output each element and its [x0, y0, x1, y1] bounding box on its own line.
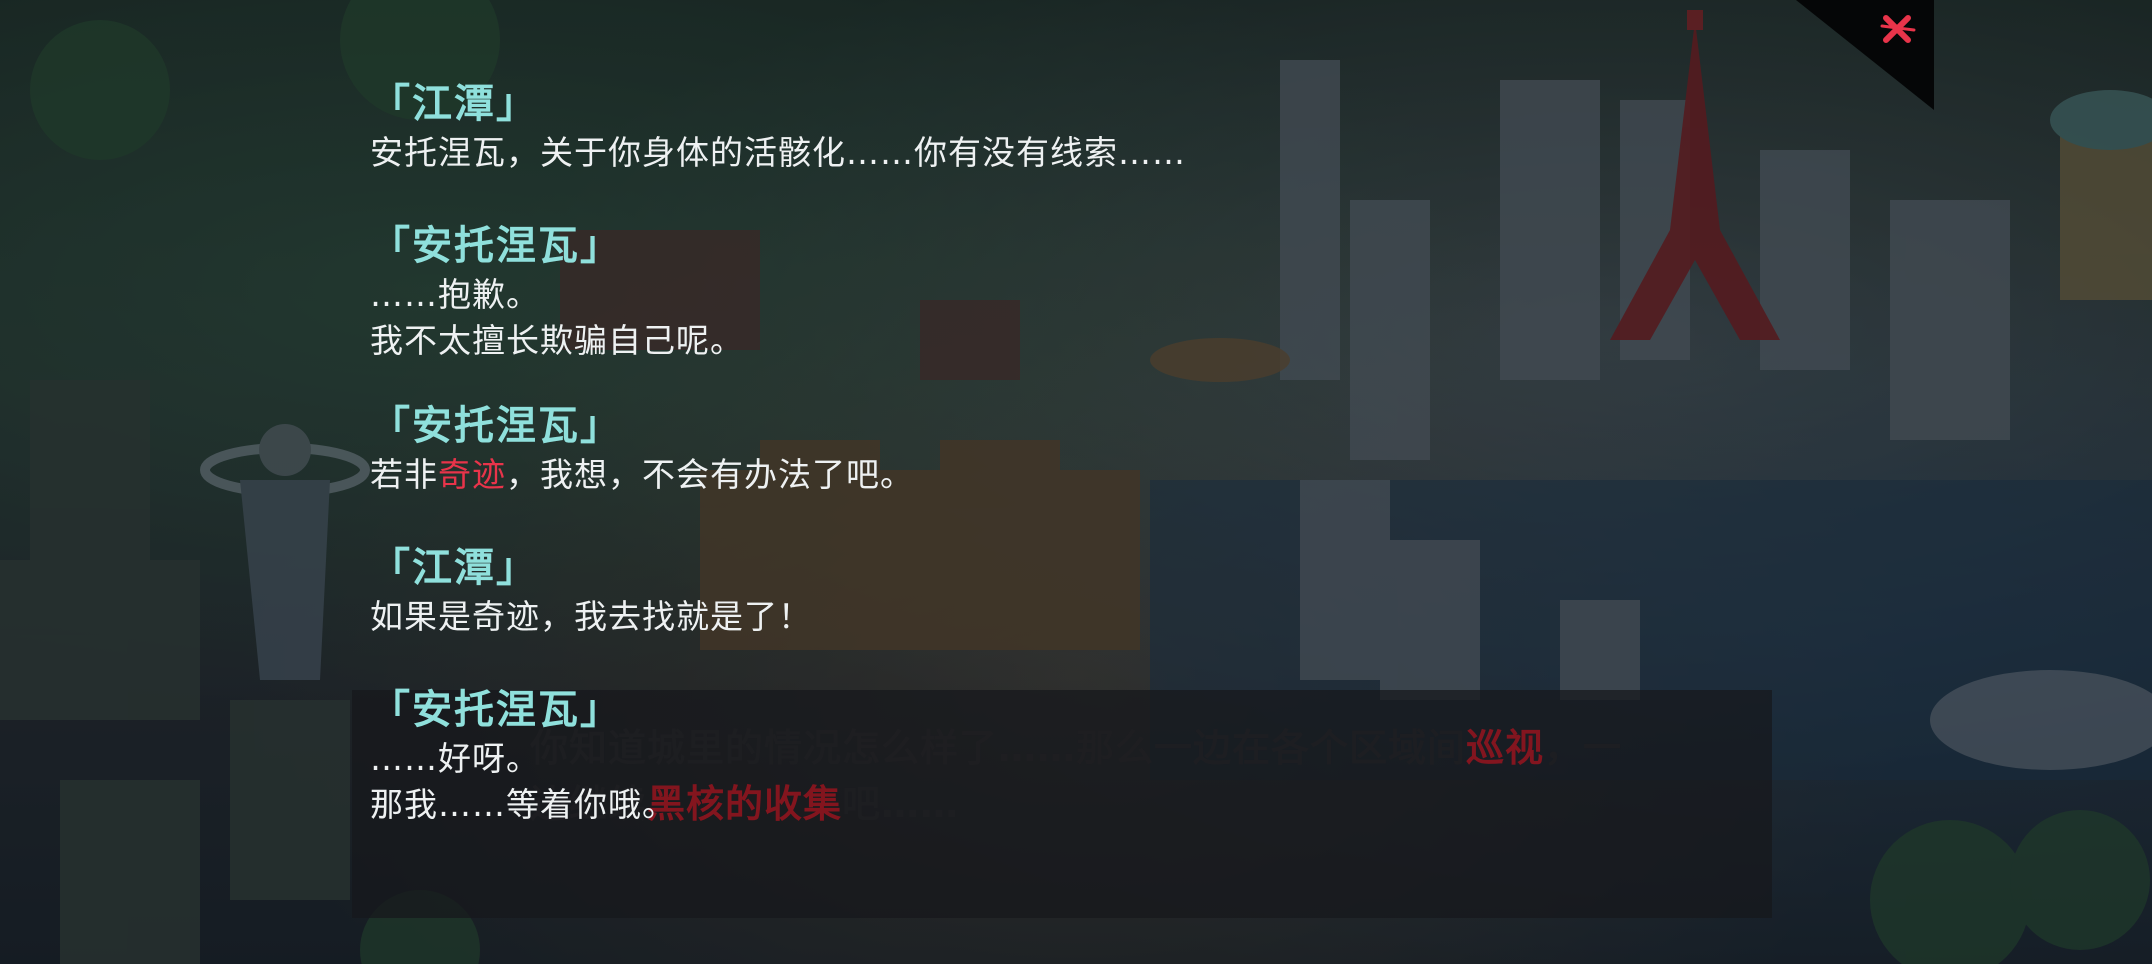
dialogue-entry: 「江潭」 安托涅瓦，关于你身体的活骸化……你有没有线索…… — [370, 78, 1670, 176]
close-x-icon — [1796, 0, 1934, 110]
dialogue-entry: 「江潭」 如果是奇迹，我去找就是了！ — [370, 542, 1670, 640]
dialogue-line: ……抱歉。 — [370, 275, 540, 314]
dialogue-line: 安托涅瓦，关于你身体的活骸化……你有没有线索…… — [370, 133, 1186, 172]
speaker-name: 「安托涅瓦」 — [370, 223, 622, 269]
dialogue-line: 那我……等着你哦。 — [370, 785, 676, 824]
dialogue-log: 「江潭」 安托涅瓦，关于你身体的活骸化……你有没有线索…… 「安托涅瓦」 ……抱… — [370, 81, 1670, 828]
highlighted-keyword: 奇迹 — [438, 455, 506, 494]
dialogue-entry: 「安托涅瓦」 ……抱歉。 我不太擅长欺骗自己呢。 — [370, 220, 1670, 364]
speaker-name: 「安托涅瓦」 — [370, 403, 622, 449]
dialogue-entry: 「安托涅瓦」 ……好呀。 那我……等着你哦。 — [370, 684, 1670, 828]
dialogue-line: 如果是奇迹，我去找就是了！ — [370, 597, 812, 636]
dialogue-line: 我不太擅长欺骗自己呢。 — [370, 321, 744, 360]
dialogue-line: 若非奇迹，我想，不会有办法了吧。 — [370, 455, 914, 494]
dialogue-entry: 「安托涅瓦」 若非奇迹，我想，不会有办法了吧。 — [370, 400, 1670, 498]
close-button[interactable] — [1796, 0, 1934, 110]
speaker-name: 「安托涅瓦」 — [370, 687, 622, 733]
speaker-name: 「江潭」 — [370, 545, 538, 591]
dialogue-line: ……好呀。 — [370, 739, 540, 778]
speaker-name: 「江潭」 — [370, 81, 538, 127]
